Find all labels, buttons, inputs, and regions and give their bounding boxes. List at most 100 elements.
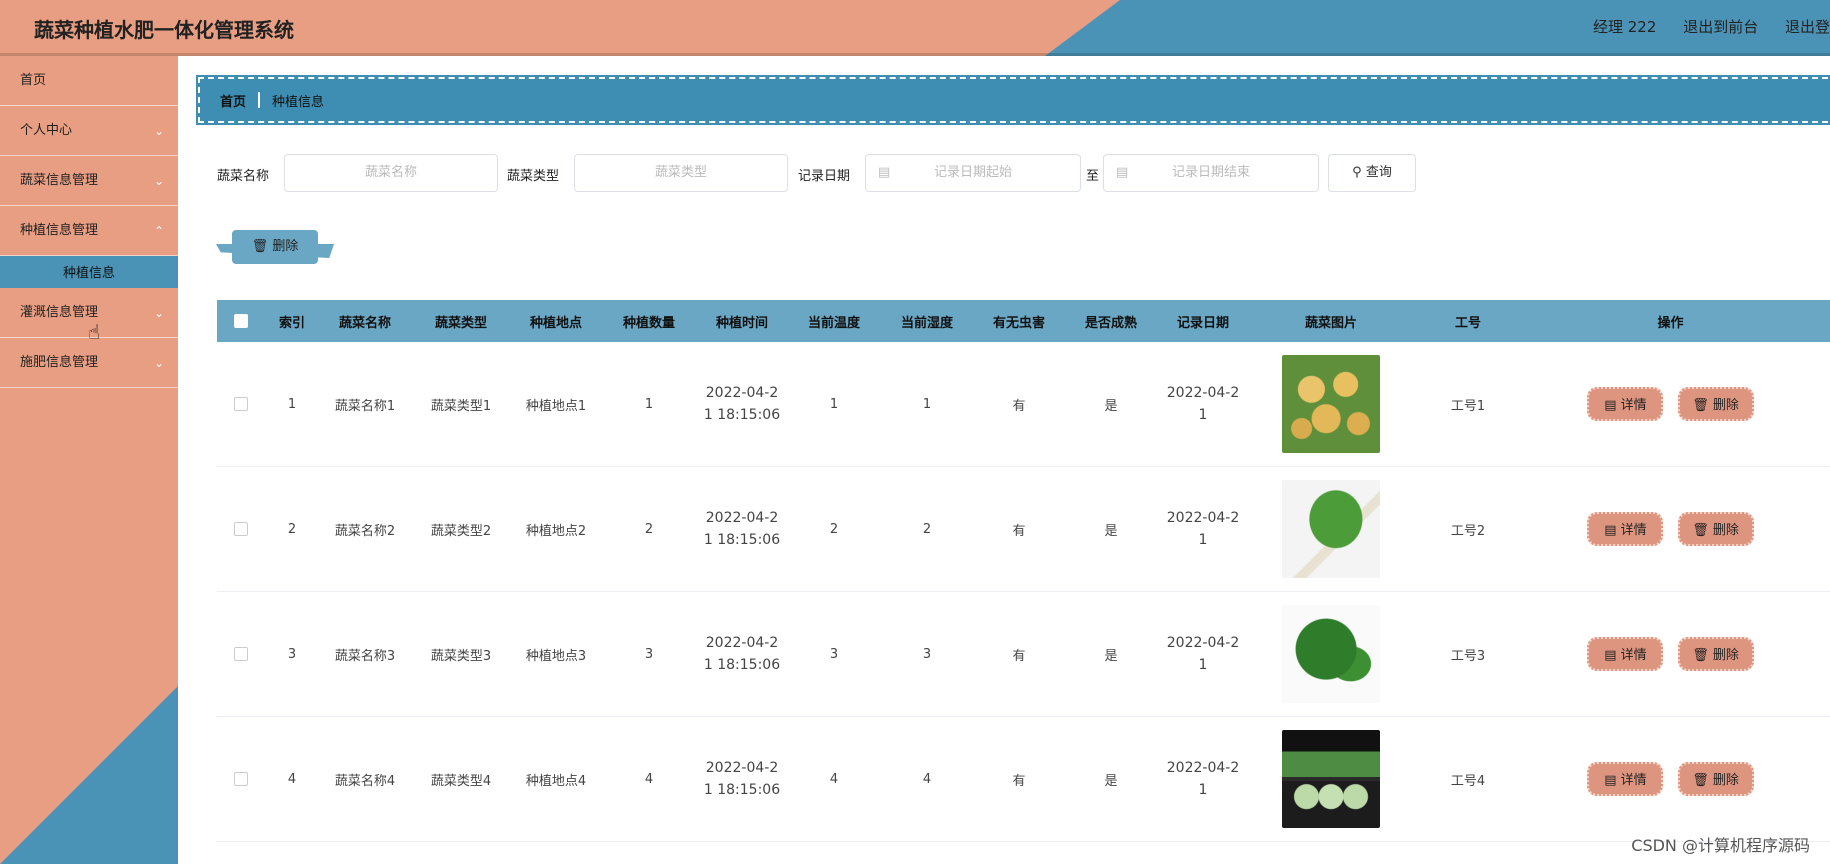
breadcrumb-home[interactable]: 首页: [220, 91, 246, 110]
cell-ripe: 是: [1104, 398, 1118, 414]
time-line-2: 1 18:15:06: [703, 407, 781, 423]
col-vegetable-type: 蔬菜类型: [434, 315, 487, 331]
vegetable-image-cucumber[interactable]: [1282, 730, 1380, 828]
top-header: 蔬菜种植水肥一体化管理系统 经理 222 退出到前台 退出登: [0, 0, 1830, 56]
chevron-down-icon: ⌄: [153, 124, 164, 138]
cell-index: 1: [287, 396, 297, 412]
trash-icon: 🗑: [1692, 523, 1709, 538]
cell-pest: 有: [1012, 523, 1026, 539]
sidebar-subitem-planting[interactable]: 种植信息: [0, 256, 178, 288]
cell-type: 蔬菜类型2: [430, 523, 492, 539]
sidebar-item-fertilization-info[interactable]: 施肥信息管理 ⌄: [0, 338, 178, 388]
cell-record-date: 2022-04-2 1: [1157, 757, 1249, 801]
date-start-input[interactable]: ▤ 记录日期起始: [865, 154, 1081, 192]
sidebar: 首页 个人中心 ⌄ 蔬菜信息管理 ⌄ 种植信息管理 ⌃ 种植信息 灌溉信息管理 …: [0, 56, 178, 864]
query-button[interactable]: ⚲ 查询: [1328, 154, 1416, 192]
cell-actions: ▤ 详情 🗑 删除: [1523, 387, 1818, 421]
batch-delete-button[interactable]: 🗑 删除: [232, 230, 318, 264]
breadcrumb-separator: [258, 92, 260, 108]
cell-job-number: 工号3: [1450, 648, 1486, 664]
sidebar-item-label: 个人中心: [20, 123, 73, 138]
chevron-down-icon: ⌄: [153, 356, 164, 370]
vegetable-image-spinach[interactable]: [1282, 605, 1380, 703]
vegetable-image-cilantro[interactable]: [1282, 480, 1380, 578]
date-start-placeholder: 记录日期起始: [933, 165, 1012, 180]
chevron-up-icon: ⌃: [153, 224, 164, 238]
cell-ripe: 是: [1104, 523, 1118, 539]
detail-button[interactable]: ▤ 详情: [1587, 762, 1664, 796]
time-line-2: 1 18:15:06: [703, 782, 781, 798]
back-to-front-link[interactable]: 退出到前台: [1683, 18, 1758, 36]
cell-location: 种植地点1: [525, 398, 587, 414]
row-checkbox[interactable]: [234, 397, 248, 411]
document-icon: ▤: [1604, 648, 1617, 663]
select-all-checkbox[interactable]: [234, 314, 248, 328]
cell-record-date: 2022-04-2 1: [1157, 632, 1249, 676]
trash-icon: 🗑: [1692, 773, 1709, 788]
col-temperature: 当前温度: [807, 315, 860, 331]
sidebar-item-personal-center[interactable]: 个人中心 ⌄: [0, 106, 178, 156]
table-row: 2 蔬菜名称2 蔬菜类型2 种植地点2 2 2022-04-2 1 18:15:0…: [217, 467, 1830, 592]
cell-quantity: 2: [644, 521, 654, 537]
search-icon: ⚲: [1352, 165, 1362, 180]
cell-job-number: 工号4: [1450, 773, 1486, 789]
batch-delete-label: 删除: [272, 239, 299, 254]
time-line-1: 2022-04-2: [705, 635, 779, 651]
vegetable-type-label: 蔬菜类型: [507, 169, 560, 184]
delete-button[interactable]: 🗑 删除: [1677, 762, 1754, 796]
col-job-number: 工号: [1454, 315, 1481, 331]
vegetable-type-input[interactable]: 蔬菜类型: [574, 154, 788, 192]
sidebar-item-label: 灌溉信息管理: [20, 305, 99, 320]
delete-button[interactable]: 🗑 删除: [1677, 637, 1754, 671]
sidebar-item-label: 种植信息管理: [20, 223, 99, 238]
row-checkbox[interactable]: [234, 772, 248, 786]
cell-plant-time: 2022-04-2 1 18:15:06: [697, 507, 787, 551]
vegetable-image-potato[interactable]: [1282, 355, 1380, 453]
sidebar-item-planting-info[interactable]: 种植信息管理 ⌃: [0, 206, 178, 256]
delete-button[interactable]: 🗑 删除: [1677, 387, 1754, 421]
cell-plant-time: 2022-04-2 1 18:15:06: [697, 382, 787, 426]
delete-label: 删除: [1712, 648, 1739, 663]
cell-name: 蔬菜名称2: [334, 523, 396, 539]
sidebar-item-home[interactable]: 首页: [0, 56, 178, 106]
cell-location: 种植地点4: [525, 773, 587, 789]
row-checkbox[interactable]: [234, 647, 248, 661]
date-end-input[interactable]: ▤ 记录日期结束: [1103, 154, 1319, 192]
select-all-cell: [217, 314, 265, 329]
col-pest: 有无虫害: [992, 315, 1045, 331]
cell-humidity: 1: [922, 396, 932, 412]
cell-index: 4: [287, 771, 297, 787]
vegetable-name-input[interactable]: 蔬菜名称: [284, 154, 498, 192]
current-user: 经理 222: [1593, 18, 1657, 36]
date-line-2: 1: [1198, 407, 1208, 423]
detail-button[interactable]: ▤ 详情: [1587, 512, 1664, 546]
date-line-1: 2022-04-2: [1166, 635, 1240, 651]
delete-button[interactable]: 🗑 删除: [1677, 512, 1754, 546]
record-date-label: 记录日期: [798, 169, 851, 184]
cell-job-number: 工号1: [1450, 398, 1486, 414]
col-location: 种植地点: [529, 315, 582, 331]
logout-link[interactable]: 退出登: [1785, 18, 1830, 36]
cell-temperature: 3: [829, 646, 839, 662]
time-line-2: 1 18:15:06: [703, 657, 781, 673]
cell-image: [1249, 355, 1413, 453]
cell-pest: 有: [1012, 648, 1026, 664]
cell-record-date: 2022-04-2 1: [1157, 507, 1249, 551]
row-checkbox-cell: [217, 772, 265, 787]
date-to-label: 至: [1086, 169, 1100, 184]
sidebar-item-vegetable-info[interactable]: 蔬菜信息管理 ⌄: [0, 156, 178, 206]
detail-button[interactable]: ▤ 详情: [1587, 637, 1664, 671]
row-checkbox-cell: [217, 397, 265, 412]
sidebar-item-label: 施肥信息管理: [20, 355, 99, 370]
breadcrumb-current: 种植信息: [272, 95, 325, 110]
cell-job-number: 工号2: [1450, 523, 1486, 539]
cell-humidity: 4: [922, 771, 932, 787]
row-checkbox[interactable]: [234, 522, 248, 536]
cell-name: 蔬菜名称4: [334, 773, 396, 789]
detail-label: 详情: [1620, 398, 1647, 413]
col-image: 蔬菜图片: [1304, 315, 1357, 331]
detail-button[interactable]: ▤ 详情: [1587, 387, 1664, 421]
col-vegetable-name: 蔬菜名称: [338, 315, 391, 331]
date-line-2: 1: [1198, 532, 1208, 548]
cell-quantity: 4: [644, 771, 654, 787]
